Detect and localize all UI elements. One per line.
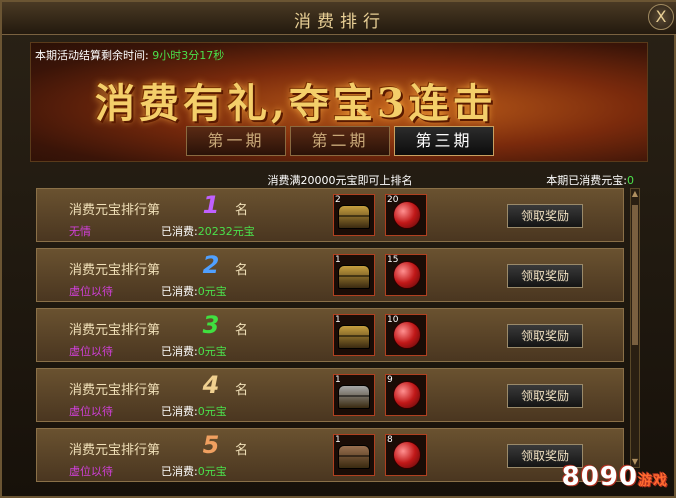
rank-number: 4	[202, 371, 220, 399]
treasure-chest-icon	[338, 445, 370, 469]
period-spent: 本期已消费元宝:0	[546, 172, 634, 188]
rank-prefix: 消费元宝排行第	[69, 323, 161, 338]
gem-reward-slot[interactable]: 20	[385, 194, 427, 236]
chest-reward-slot[interactable]: 1	[333, 314, 375, 356]
tab-period-3[interactable]: 第三期	[394, 126, 494, 156]
treasure-chest-icon	[338, 265, 370, 289]
scroll-thumb[interactable]	[632, 205, 638, 345]
rank-number: 1	[202, 191, 220, 219]
chest-reward-slot[interactable]: 1	[333, 254, 375, 296]
spent-amount: 0元宝	[197, 465, 227, 478]
red-gem-icon	[393, 381, 421, 409]
scroll-up-arrow-icon[interactable]: ▲	[631, 189, 639, 199]
player-name: 虚位以待	[69, 345, 113, 358]
gem-count: 8	[387, 435, 393, 445]
spent-amount: 20232元宝	[197, 225, 255, 238]
red-gem-icon	[393, 261, 421, 289]
spent-amount: 0元宝	[197, 285, 227, 298]
gem-reward-slot[interactable]: 15	[385, 254, 427, 296]
rank-prefix: 消费元宝排行第	[69, 263, 161, 278]
chest-count: 2	[335, 195, 341, 205]
player-spent: 已消费:20232元宝	[161, 223, 255, 239]
close-button[interactable]: X	[648, 4, 674, 30]
rank-suffix: 名	[235, 383, 249, 398]
chest-reward-slot[interactable]: 2	[333, 194, 375, 236]
spent-amount: 0元宝	[197, 405, 227, 418]
treasure-chest-icon	[338, 325, 370, 349]
player-spent: 已消费:0元宝	[161, 463, 227, 479]
rank-row: 消费元宝排行第 4 名 虚位以待 已消费:0元宝 1 9 领取奖励	[36, 368, 624, 422]
claim-reward-button[interactable]: 领取奖励	[507, 384, 583, 408]
claim-reward-button[interactable]: 领取奖励	[507, 324, 583, 348]
game-window: 消费排行 X 本期活动结算剩余时间: 9小时3分17秒 消费有礼,夺宝3连击 第…	[0, 0, 676, 498]
player-name: 虚位以待	[69, 285, 113, 298]
gem-reward-slot[interactable]: 9	[385, 374, 427, 416]
rank-number: 3	[202, 311, 220, 339]
red-gem-icon	[393, 321, 421, 349]
player-spent: 已消费:0元宝	[161, 283, 227, 299]
scrollbar[interactable]: ▲ ▼	[630, 188, 640, 468]
watermark-suffix: 游戏	[638, 473, 668, 489]
tab-period-2[interactable]: 第二期	[290, 126, 390, 156]
player-spent: 已消费:0元宝	[161, 403, 227, 419]
red-gem-icon	[393, 441, 421, 469]
treasure-chest-icon	[338, 385, 370, 409]
period-spent-value: 0	[627, 174, 634, 187]
site-watermark: 8090游戏	[562, 462, 668, 492]
player-spent: 已消费:0元宝	[161, 343, 227, 359]
rank-suffix: 名	[235, 263, 249, 278]
countdown-label: 本期活动结算剩余时间:	[35, 49, 149, 62]
spent-label: 已消费:	[161, 465, 198, 478]
chest-reward-slot[interactable]: 1	[333, 434, 375, 476]
chest-count: 1	[335, 315, 341, 325]
chest-count: 1	[335, 255, 341, 265]
gem-count: 15	[387, 255, 399, 265]
gem-count: 20	[387, 195, 399, 205]
spent-label: 已消费:	[161, 285, 198, 298]
tab-period-1[interactable]: 第一期	[186, 126, 286, 156]
chest-count: 1	[335, 435, 341, 445]
spent-label: 已消费:	[161, 345, 198, 358]
rank-row: 消费元宝排行第 2 名 虚位以待 已消费:0元宝 1 15 领取奖励	[36, 248, 624, 302]
rank-suffix: 名	[235, 443, 249, 458]
rank-row: 消费元宝排行第 1 名 无情 已消费:20232元宝 2 20 领取奖励	[36, 188, 624, 242]
chest-count: 1	[335, 375, 341, 385]
ranking-list: 消费元宝排行第 1 名 无情 已消费:20232元宝 2 20 领取奖励 消费元…	[36, 188, 624, 488]
player-name: 虚位以待	[69, 405, 113, 418]
countdown-value: 9小时3分17秒	[152, 49, 225, 62]
countdown: 本期活动结算剩余时间: 9小时3分17秒	[35, 47, 224, 63]
gem-count: 9	[387, 375, 393, 385]
rank-number: 5	[202, 431, 220, 459]
rank-row: 消费元宝排行第 3 名 虚位以待 已消费:0元宝 1 10 领取奖励	[36, 308, 624, 362]
rank-suffix: 名	[235, 323, 249, 338]
rank-prefix: 消费元宝排行第	[69, 383, 161, 398]
period-tabs: 第一期 第二期 第三期	[186, 126, 494, 158]
title-bar: 消费排行 X	[2, 2, 676, 35]
gem-reward-slot[interactable]: 10	[385, 314, 427, 356]
banner-slogan: 消费有礼,夺宝3连击	[95, 80, 497, 127]
claim-reward-button[interactable]: 领取奖励	[507, 204, 583, 228]
spent-label: 已消费:	[161, 405, 198, 418]
spent-amount: 0元宝	[197, 345, 227, 358]
rank-suffix: 名	[235, 203, 249, 218]
period-spent-label: 本期已消费元宝:	[546, 174, 627, 187]
rank-prefix: 消费元宝排行第	[69, 203, 161, 218]
gem-reward-slot[interactable]: 8	[385, 434, 427, 476]
rank-prefix: 消费元宝排行第	[69, 443, 161, 458]
watermark-brand: 8090	[561, 462, 638, 492]
claim-reward-button[interactable]: 领取奖励	[507, 264, 583, 288]
player-name: 无情	[69, 225, 91, 238]
window-title: 消费排行	[294, 12, 386, 32]
gem-count: 10	[387, 315, 399, 325]
chest-reward-slot[interactable]: 1	[333, 374, 375, 416]
rank-number: 2	[202, 251, 220, 279]
player-name: 虚位以待	[69, 465, 113, 478]
treasure-chest-icon	[338, 205, 370, 229]
spent-label: 已消费:	[161, 225, 198, 238]
red-gem-icon	[393, 201, 421, 229]
rank-row: 消费元宝排行第 5 名 虚位以待 已消费:0元宝 1 8 领取奖励	[36, 428, 624, 482]
